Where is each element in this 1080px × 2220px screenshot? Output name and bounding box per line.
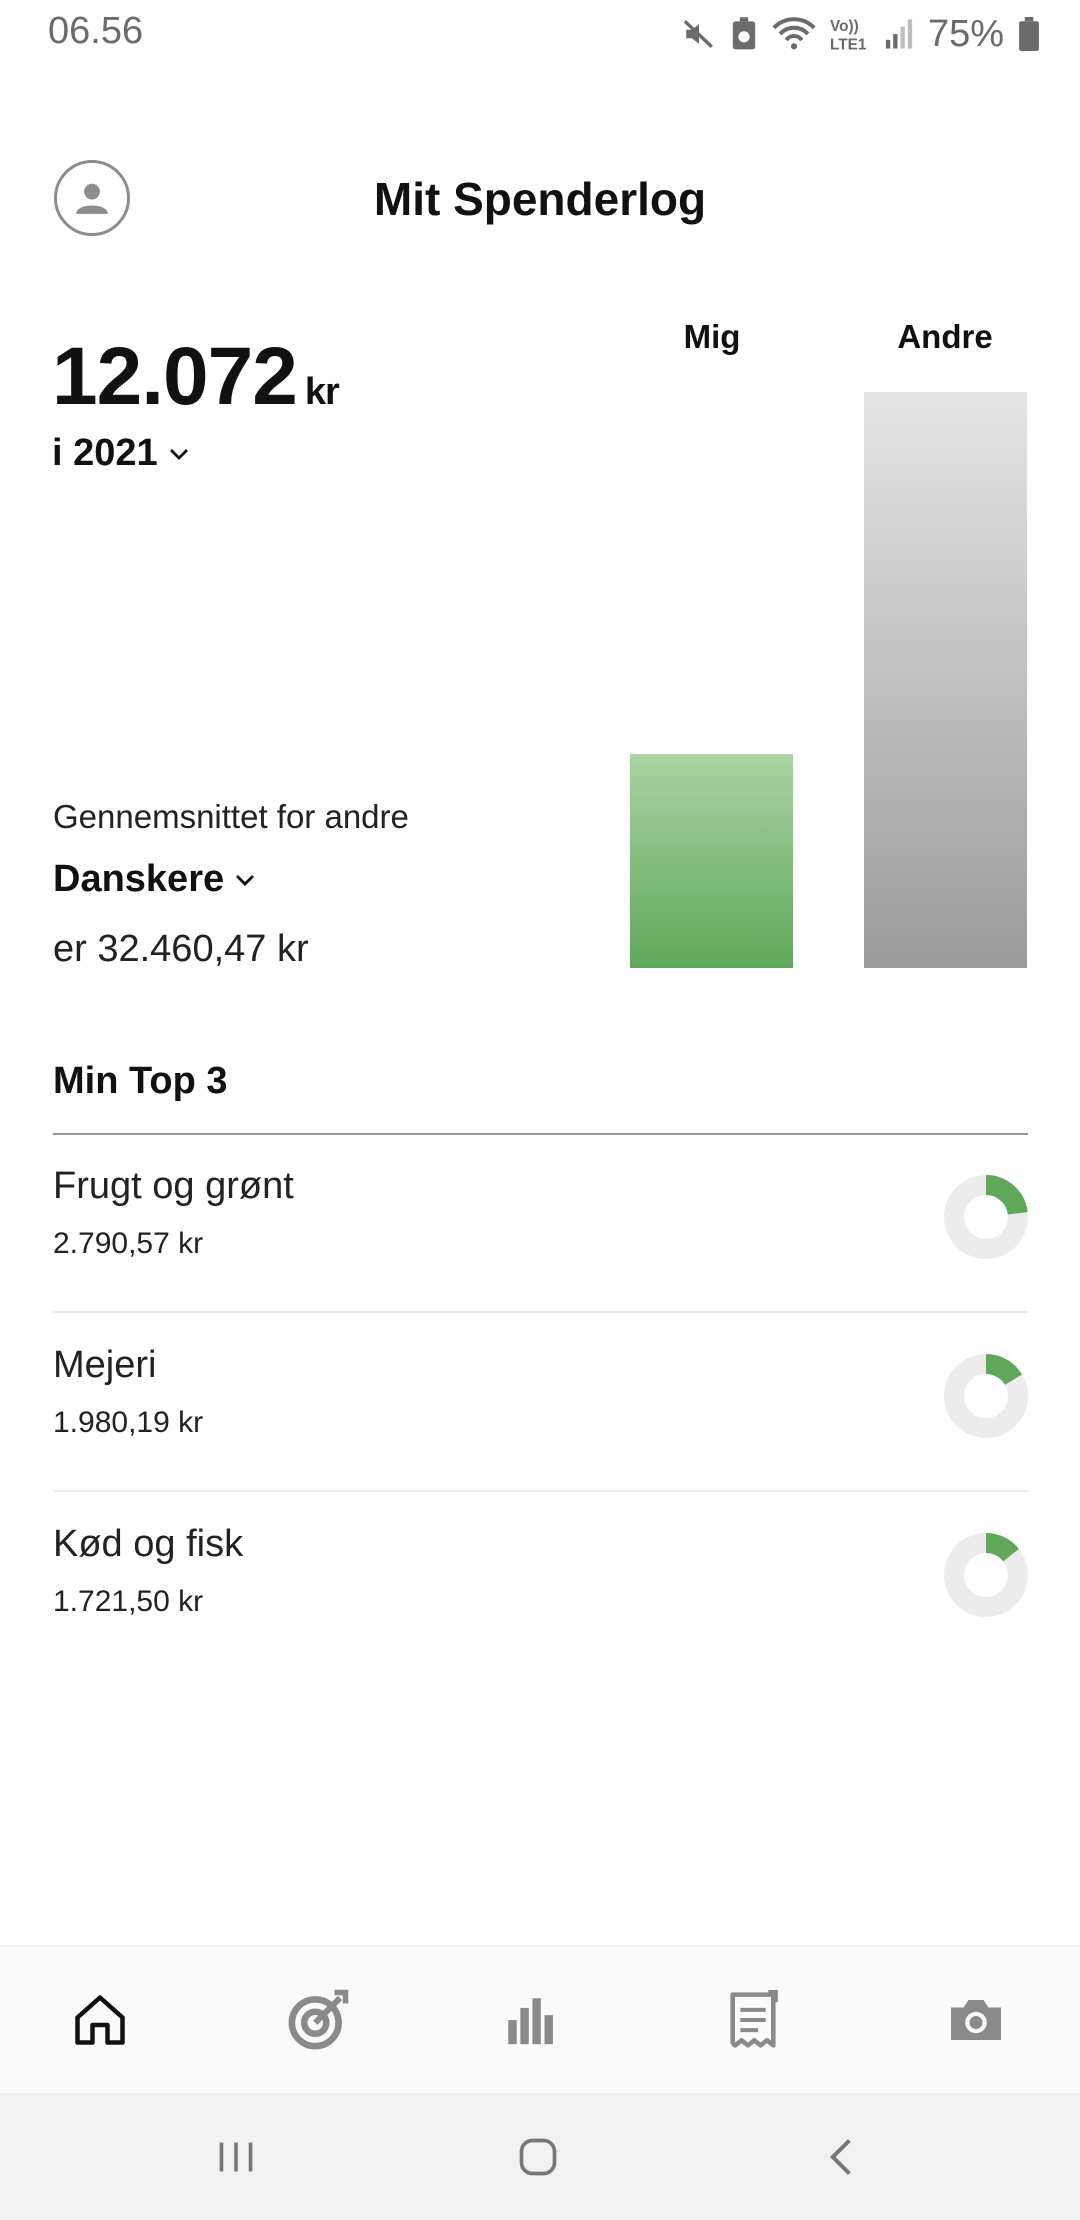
nav-statistics[interactable] — [460, 1946, 600, 2094]
average-value: er 32.460,47 kr — [53, 928, 309, 970]
category-name: Mejeri — [53, 1344, 157, 1386]
nav-home[interactable] — [30, 1946, 170, 2094]
receipt-icon — [730, 1990, 778, 2048]
home-button-icon — [519, 2138, 557, 2175]
back-icon — [829, 2138, 851, 2175]
goal-target-icon — [288, 1989, 349, 2050]
recent-apps-icon — [219, 2141, 253, 2172]
bar-label-andre: Andre — [897, 318, 993, 355]
list-item[interactable]: Mejeri 1.980,19 kr — [53, 1314, 1028, 1492]
recent-apps-button[interactable] — [176, 2093, 296, 2220]
bottom-navigation — [0, 1945, 1080, 2094]
category-amount: 2.790,57 kr — [53, 1227, 204, 1260]
category-amount: 1.721,50 kr — [53, 1585, 204, 1618]
back-button[interactable] — [782, 2093, 902, 2220]
signal-icon — [885, 19, 913, 49]
home-icon — [75, 1995, 125, 2045]
svg-text:LTE1: LTE1 — [830, 36, 867, 53]
bar-mig — [630, 754, 793, 968]
battery-icon — [1019, 17, 1039, 51]
total-spend: 12.072 kr — [52, 330, 340, 424]
comparison-group-dropdown[interactable]: Danskere — [53, 858, 256, 901]
divider — [53, 1311, 1028, 1313]
bar-chart-icon — [508, 1998, 553, 2045]
page-title: Mit Spenderlog — [373, 173, 707, 225]
svg-text:Vo)): Vo)) — [830, 18, 859, 35]
average-intro: Gennemsnittet for andre — [53, 798, 409, 835]
system-navigation — [0, 2093, 1080, 2220]
list-item[interactable]: Frugt og grønt 2.790,57 kr — [53, 1135, 1028, 1313]
bar-andre — [864, 392, 1027, 968]
home-button[interactable] — [478, 2093, 598, 2220]
status-time: 06.56 — [48, 10, 144, 52]
donut-chart-icon — [944, 1354, 1028, 1438]
nav-camera[interactable] — [906, 1946, 1046, 2094]
chevron-down-icon — [236, 874, 255, 886]
donut-chart-icon — [944, 1533, 1028, 1617]
donut-chart-icon — [944, 1175, 1028, 1259]
divider — [53, 1490, 1028, 1492]
nav-receipts[interactable] — [683, 1946, 823, 2094]
group-label: Danskere — [53, 858, 225, 900]
mute-icon — [683, 20, 713, 48]
total-amount-unit: kr — [304, 371, 340, 413]
wifi-icon — [772, 17, 816, 50]
category-name: Frugt og grønt — [53, 1165, 294, 1207]
category-amount: 1.980,19 kr — [53, 1406, 204, 1439]
camera-icon — [951, 2000, 1001, 2040]
total-amount-value: 12.072 — [52, 331, 298, 422]
status-icons: Vo)) LTE1 75% — [682, 10, 1040, 58]
year-dropdown[interactable]: i 2021 — [52, 432, 190, 475]
battery-percent: 75% — [927, 12, 1004, 55]
comparison-chart: Mig Andre — [600, 300, 1060, 1000]
category-name: Kød og fisk — [53, 1523, 244, 1565]
bar-label-mig: Mig — [683, 318, 741, 355]
year-label: i 2021 — [52, 432, 158, 474]
battery-saver-icon — [732, 17, 756, 50]
chevron-down-icon — [169, 448, 188, 460]
volte-lte-icon: Vo))LTE1 — [830, 18, 867, 53]
top3-heading: Min Top 3 — [53, 1060, 228, 1102]
nav-goals[interactable] — [248, 1946, 388, 2094]
list-item[interactable]: Kød og fisk 1.721,50 kr — [53, 1493, 1028, 1671]
